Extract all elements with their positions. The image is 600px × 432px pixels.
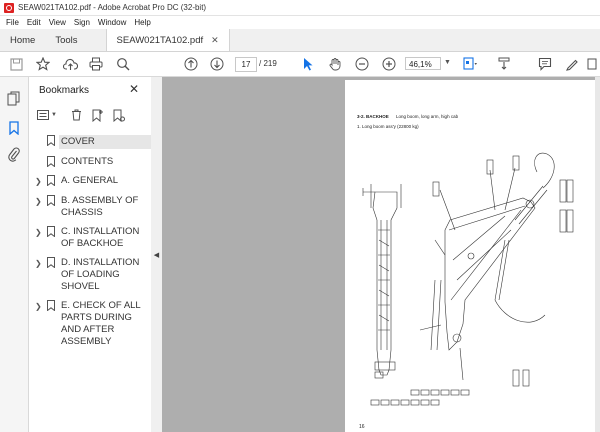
bookmark-label: E. CHECK OF ALL PARTS DURING AND AFTER A… bbox=[61, 300, 141, 347]
upload-cloud-icon[interactable] bbox=[62, 56, 78, 72]
toolbar bbox=[0, 52, 600, 77]
tab-tools[interactable]: Tools bbox=[45, 29, 87, 51]
save-icon[interactable] bbox=[8, 56, 24, 72]
bookmark-assembly-of-chassis[interactable]: ❯ B. ASSEMBLY OF CHASSIS bbox=[29, 195, 151, 219]
bookmark-installation-of-loading-shovel[interactable]: ❯ D. INSTALLATION OF LOADING SHOVEL bbox=[29, 257, 151, 293]
menu-sign[interactable]: Sign bbox=[74, 18, 90, 27]
tab-bar: Home Tools SEAW021TA102.pdf ✕ bbox=[0, 29, 600, 52]
bookmark-flag-icon bbox=[47, 257, 55, 268]
menu-bar: File Edit View Sign Window Help bbox=[0, 15, 600, 29]
bookmark-contents[interactable]: CONTENTS bbox=[29, 156, 151, 168]
expand-chevron-icon[interactable]: ❯ bbox=[35, 175, 45, 188]
navigation-rail bbox=[0, 77, 29, 432]
window-title: SEAW021TA102.pdf - Adobe Acrobat Pro DC … bbox=[18, 3, 207, 12]
zoom-in-icon[interactable] bbox=[381, 56, 397, 72]
delete-bookmark-icon[interactable] bbox=[71, 109, 82, 121]
expand-chevron-icon[interactable]: ❯ bbox=[35, 226, 45, 239]
expand-chevron-icon[interactable]: ❯ bbox=[35, 257, 45, 270]
bookmark-cover[interactable]: COVER bbox=[29, 135, 151, 149]
zoom-dropdown-icon[interactable]: ▼ bbox=[444, 59, 451, 66]
page-number: 16 bbox=[359, 424, 365, 430]
bookmark-star-icon[interactable] bbox=[35, 56, 51, 72]
tab-home[interactable]: Home bbox=[0, 29, 45, 51]
expand-chevron-icon[interactable]: ❯ bbox=[35, 195, 45, 208]
bookmarks-panel-icon[interactable] bbox=[9, 121, 19, 137]
next-page-icon[interactable] bbox=[209, 56, 225, 72]
tab-document-label: SEAW021TA102.pdf bbox=[116, 34, 204, 46]
comment-icon[interactable] bbox=[537, 56, 553, 72]
hand-tool-icon[interactable] bbox=[327, 56, 343, 72]
more-tools-icon[interactable] bbox=[586, 56, 598, 72]
acrobat-app-icon bbox=[4, 2, 14, 13]
menu-file[interactable]: File bbox=[6, 18, 19, 27]
collapse-panel-icon[interactable]: ◀ bbox=[154, 251, 159, 259]
bookmark-label: C. INSTALLATION OF BACKHOE bbox=[61, 226, 140, 249]
bookmark-options-icon[interactable]: ▼ bbox=[37, 110, 57, 120]
tab-close-icon[interactable]: ✕ bbox=[211, 35, 219, 46]
tab-document[interactable]: SEAW021TA102.pdf ✕ bbox=[105, 29, 230, 51]
bookmark-flag-icon bbox=[47, 195, 55, 206]
bookmark-list: COVER CONTENTS ❯ A. GENERAL ❯ B. ASSEMBL… bbox=[29, 135, 151, 355]
scroll-mode-icon[interactable] bbox=[496, 56, 512, 72]
bookmark-flag-icon bbox=[47, 175, 55, 186]
menu-window[interactable]: Window bbox=[98, 18, 126, 27]
bookmark-flag-icon bbox=[47, 300, 55, 311]
panel-splitter[interactable]: ◀ bbox=[151, 77, 162, 432]
bookmark-tools: ▼ bbox=[37, 107, 125, 123]
bookmarks-panel-title: Bookmarks bbox=[39, 85, 90, 96]
bookmark-check-of-all-parts[interactable]: ❯ E. CHECK OF ALL PARTS DURING AND AFTER… bbox=[29, 300, 151, 348]
pdf-page: 3-2. BACKHOE Long boom, long arm, high c… bbox=[345, 80, 595, 432]
right-pane-edge bbox=[595, 77, 600, 432]
document-viewer[interactable]: 3-2. BACKHOE Long boom, long arm, high c… bbox=[162, 77, 600, 432]
expand-chevron-icon[interactable]: ❯ bbox=[35, 300, 45, 313]
bookmark-flag-icon bbox=[47, 226, 55, 237]
new-bookmark-icon[interactable] bbox=[92, 109, 103, 122]
page-thumbnails-icon[interactable] bbox=[7, 91, 21, 108]
select-cursor-icon[interactable] bbox=[300, 56, 316, 72]
bookmark-label: B. ASSEMBLY OF CHASSIS bbox=[61, 195, 139, 218]
menu-edit[interactable]: Edit bbox=[27, 18, 41, 27]
previous-page-icon[interactable] bbox=[183, 56, 199, 72]
search-icon[interactable] bbox=[115, 56, 131, 72]
bookmark-properties-icon[interactable] bbox=[113, 109, 125, 122]
boom-assembly-drawing bbox=[362, 152, 574, 406]
bookmark-flag-icon bbox=[47, 156, 55, 167]
bookmark-installation-of-backhoe[interactable]: ❯ C. INSTALLATION OF BACKHOE bbox=[29, 226, 151, 250]
close-panel-icon[interactable]: ✕ bbox=[129, 82, 139, 96]
attachments-icon[interactable] bbox=[8, 147, 20, 164]
bookmarks-panel: Bookmarks ✕ ▼ COVER CONTENTS ❯ A. GENERA… bbox=[29, 77, 152, 432]
tab-home-label: Home bbox=[10, 34, 36, 46]
menu-view[interactable]: View bbox=[49, 18, 66, 27]
bookmark-label: COVER bbox=[59, 135, 151, 149]
bookmark-label: CONTENTS bbox=[61, 156, 114, 167]
title-bar: SEAW021TA102.pdf - Adobe Acrobat Pro DC … bbox=[0, 0, 600, 16]
print-icon[interactable] bbox=[88, 56, 104, 72]
bookmark-label: D. INSTALLATION OF LOADING SHOVEL bbox=[61, 257, 140, 292]
zoom-level-input[interactable]: 46,1% bbox=[405, 57, 441, 70]
page-number-input[interactable]: 17 bbox=[235, 57, 257, 72]
page-total: / 219 bbox=[259, 59, 277, 68]
bookmark-general[interactable]: ❯ A. GENERAL bbox=[29, 175, 151, 188]
tab-tools-label: Tools bbox=[55, 34, 78, 46]
highlight-pen-icon[interactable] bbox=[564, 56, 580, 72]
page-layout-icon[interactable] bbox=[462, 56, 478, 72]
zoom-out-icon[interactable] bbox=[354, 56, 370, 72]
menu-help[interactable]: Help bbox=[134, 18, 150, 27]
bookmark-label: A. GENERAL bbox=[61, 175, 119, 186]
bookmark-flag-icon bbox=[47, 135, 55, 146]
